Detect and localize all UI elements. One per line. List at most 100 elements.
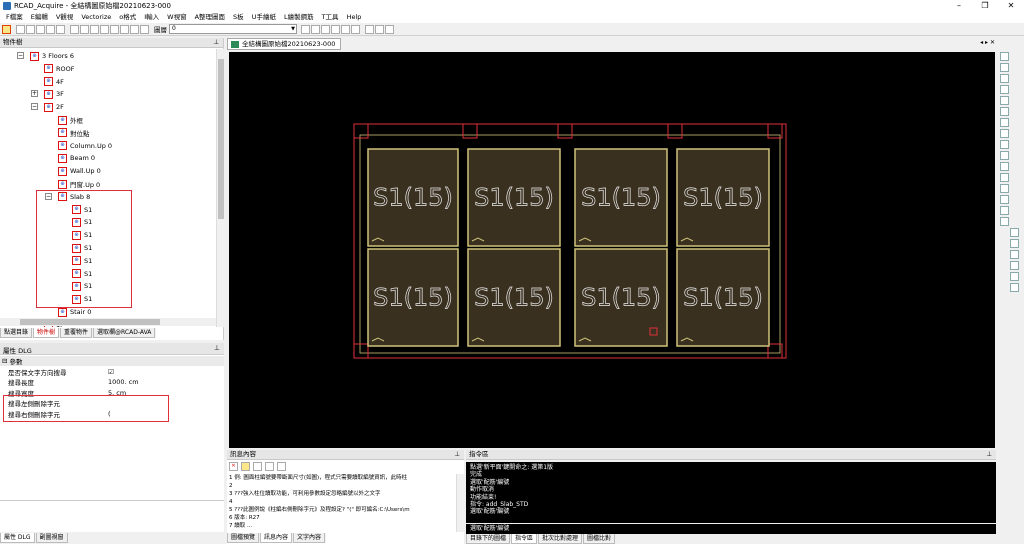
- right-tool-icon[interactable]: [1010, 250, 1019, 259]
- right-tool-icon[interactable]: [1000, 96, 1009, 105]
- right-tool-icon[interactable]: [1000, 151, 1009, 160]
- tree-expander-icon[interactable]: −: [31, 103, 38, 111]
- property-row[interactable]: 搜尋長度 1000. cm: [0, 378, 224, 387]
- select-icon[interactable]: [365, 24, 374, 34]
- menu-item[interactable]: Help: [343, 12, 366, 23]
- tree-expander-icon[interactable]: −: [17, 52, 24, 59]
- tab-2[interactable]: 重覆物件: [60, 328, 93, 338]
- command-input[interactable]: 選取'配筋'編號: [466, 524, 996, 534]
- right-tool-icon[interactable]: [1010, 272, 1019, 281]
- collapse-icon[interactable]: ⊟: [2, 357, 7, 365]
- layer-previous-icon[interactable]: [311, 24, 320, 34]
- layer-delete-icon[interactable]: [341, 24, 350, 34]
- right-tool-icon[interactable]: [1000, 206, 1009, 215]
- tree-item[interactable]: ⊕ 外框: [58, 114, 83, 126]
- close-button[interactable]: ✕: [998, 0, 1024, 12]
- tree-scrollbar[interactable]: [216, 49, 224, 327]
- pin-icon[interactable]: ⊥: [986, 450, 992, 459]
- tree-item[interactable]: ⊕ 2F: [44, 101, 64, 113]
- layer-off-icon[interactable]: [90, 24, 99, 34]
- pan-icon[interactable]: [56, 24, 65, 34]
- tree-item[interactable]: ⊕ Column.Up 0: [58, 140, 112, 152]
- pin-icon[interactable]: ⊥: [213, 38, 219, 47]
- property-row[interactable]: 是否保文字方向搜尋 ☑: [0, 367, 224, 377]
- menu-item[interactable]: S板: [229, 12, 248, 23]
- tree-scrollbar-thumb[interactable]: [218, 59, 224, 219]
- menu-item[interactable]: o格式: [115, 12, 140, 23]
- layer-freeze-icon[interactable]: [120, 24, 129, 34]
- right-tool-icon[interactable]: [1000, 107, 1009, 116]
- save-icon[interactable]: [253, 462, 262, 471]
- right-tool-icon[interactable]: [1000, 162, 1009, 171]
- menu-item[interactable]: A整理圖面: [191, 12, 229, 23]
- right-tool-icon[interactable]: [1000, 118, 1009, 127]
- minimize-button[interactable]: –: [946, 0, 972, 12]
- delete-icon[interactable]: ✕: [229, 462, 238, 471]
- property-value[interactable]: 1000. cm: [108, 378, 224, 386]
- right-tool-icon[interactable]: [1010, 283, 1019, 292]
- layer-on-icon[interactable]: [80, 24, 89, 34]
- document-tab[interactable]: 全結構圖原始檔20210623-000: [227, 38, 342, 50]
- tree-item[interactable]: ⊕ Beam 0: [58, 152, 95, 164]
- layer-change-icon[interactable]: [351, 24, 360, 34]
- tab-1[interactable]: 訊息內容: [260, 533, 293, 543]
- tab-0[interactable]: 圖檔預覽: [227, 533, 260, 543]
- tree-item[interactable]: ⊕ 4F: [44, 76, 64, 88]
- tab-2[interactable]: 批次比對處理: [538, 534, 583, 544]
- tree-item[interactable]: ⊕ 對位點: [58, 127, 90, 139]
- cad-drawing[interactable]: S1(15) S1(15) S1(15) S1(15) S1(15) S1(15) S1(1…: [229, 52, 995, 448]
- tab-0[interactable]: 目錄下的圖檔: [466, 534, 511, 544]
- layer-isolate-icon[interactable]: [140, 24, 149, 34]
- right-tool-icon[interactable]: [1000, 63, 1009, 72]
- menu-item[interactable]: W視窗: [163, 12, 190, 23]
- right-tool-icon[interactable]: [1000, 195, 1009, 204]
- layer-select[interactable]: 0 ▼: [169, 24, 297, 34]
- restore-button[interactable]: ❐: [972, 0, 998, 12]
- right-tool-icon[interactable]: [1010, 228, 1019, 237]
- property-value[interactable]: ☑: [108, 368, 224, 376]
- right-tool-icon[interactable]: [1000, 140, 1009, 149]
- right-tool-icon[interactable]: [1010, 261, 1019, 270]
- tree-item[interactable]: ⊕ 3 Floors 6: [30, 50, 74, 62]
- tab-2[interactable]: 文字內容: [293, 533, 326, 543]
- tree-expander-icon[interactable]: +: [31, 90, 38, 98]
- menu-item[interactable]: I輸入: [140, 12, 163, 23]
- right-tool-icon[interactable]: [1000, 184, 1009, 193]
- tab-3[interactable]: 圖檔比對: [583, 534, 616, 544]
- tree-item[interactable]: ⊕ 門窗.Up 0: [58, 178, 100, 190]
- snap-icon[interactable]: [375, 24, 384, 34]
- menu-item[interactable]: Vectorize: [77, 12, 115, 23]
- save-as-icon[interactable]: [265, 462, 274, 471]
- menu-item[interactable]: L繪製鋼筋: [280, 12, 318, 23]
- layer-match-icon[interactable]: [301, 24, 310, 34]
- tab-1[interactable]: 副圖視窗: [35, 533, 68, 543]
- pin-icon[interactable]: ⊥: [454, 450, 460, 459]
- layer-manager-icon[interactable]: [70, 24, 79, 34]
- tree-item[interactable]: ⊕ ROOF: [44, 63, 75, 75]
- menu-item[interactable]: F檔案: [2, 12, 27, 23]
- menu-item[interactable]: V觀視: [52, 12, 77, 23]
- grid-icon[interactable]: [2, 24, 11, 34]
- tools-icon[interactable]: [277, 462, 286, 471]
- layer-walk-icon[interactable]: [321, 24, 330, 34]
- layer-thaw-icon[interactable]: [130, 24, 139, 34]
- right-tool-icon[interactable]: [1000, 217, 1009, 226]
- right-tool-icon[interactable]: [1000, 85, 1009, 94]
- tree-hscrollbar[interactable]: [0, 318, 216, 326]
- tab-1[interactable]: 指令區: [511, 534, 538, 544]
- tree-hscrollbar-thumb[interactable]: [20, 319, 160, 325]
- layer-unlock-icon[interactable]: [110, 24, 119, 34]
- tab-nav-arrows[interactable]: ◂ ▸ ✕: [980, 39, 995, 46]
- right-tool-icon[interactable]: [1000, 74, 1009, 83]
- tab-0[interactable]: 屬性 DLG: [0, 533, 35, 543]
- command-output[interactable]: 點選'新平面'鍵開命之: 選第1版 完成 選取'配筋'編號 動作取消 功能結束! 指令: …: [466, 462, 996, 523]
- right-tool-icon[interactable]: [1000, 52, 1009, 61]
- layer-lock-icon[interactable]: [100, 24, 109, 34]
- layer-merge-icon[interactable]: [331, 24, 340, 34]
- zoom-all-icon[interactable]: [46, 24, 55, 34]
- message-scrollbar[interactable]: [456, 474, 464, 532]
- tree-item[interactable]: ⊕ 3F: [44, 88, 64, 100]
- pin-icon[interactable]: ⊥: [214, 344, 220, 352]
- zoom-out-icon[interactable]: [26, 24, 35, 34]
- menu-item[interactable]: E編輯: [27, 12, 52, 23]
